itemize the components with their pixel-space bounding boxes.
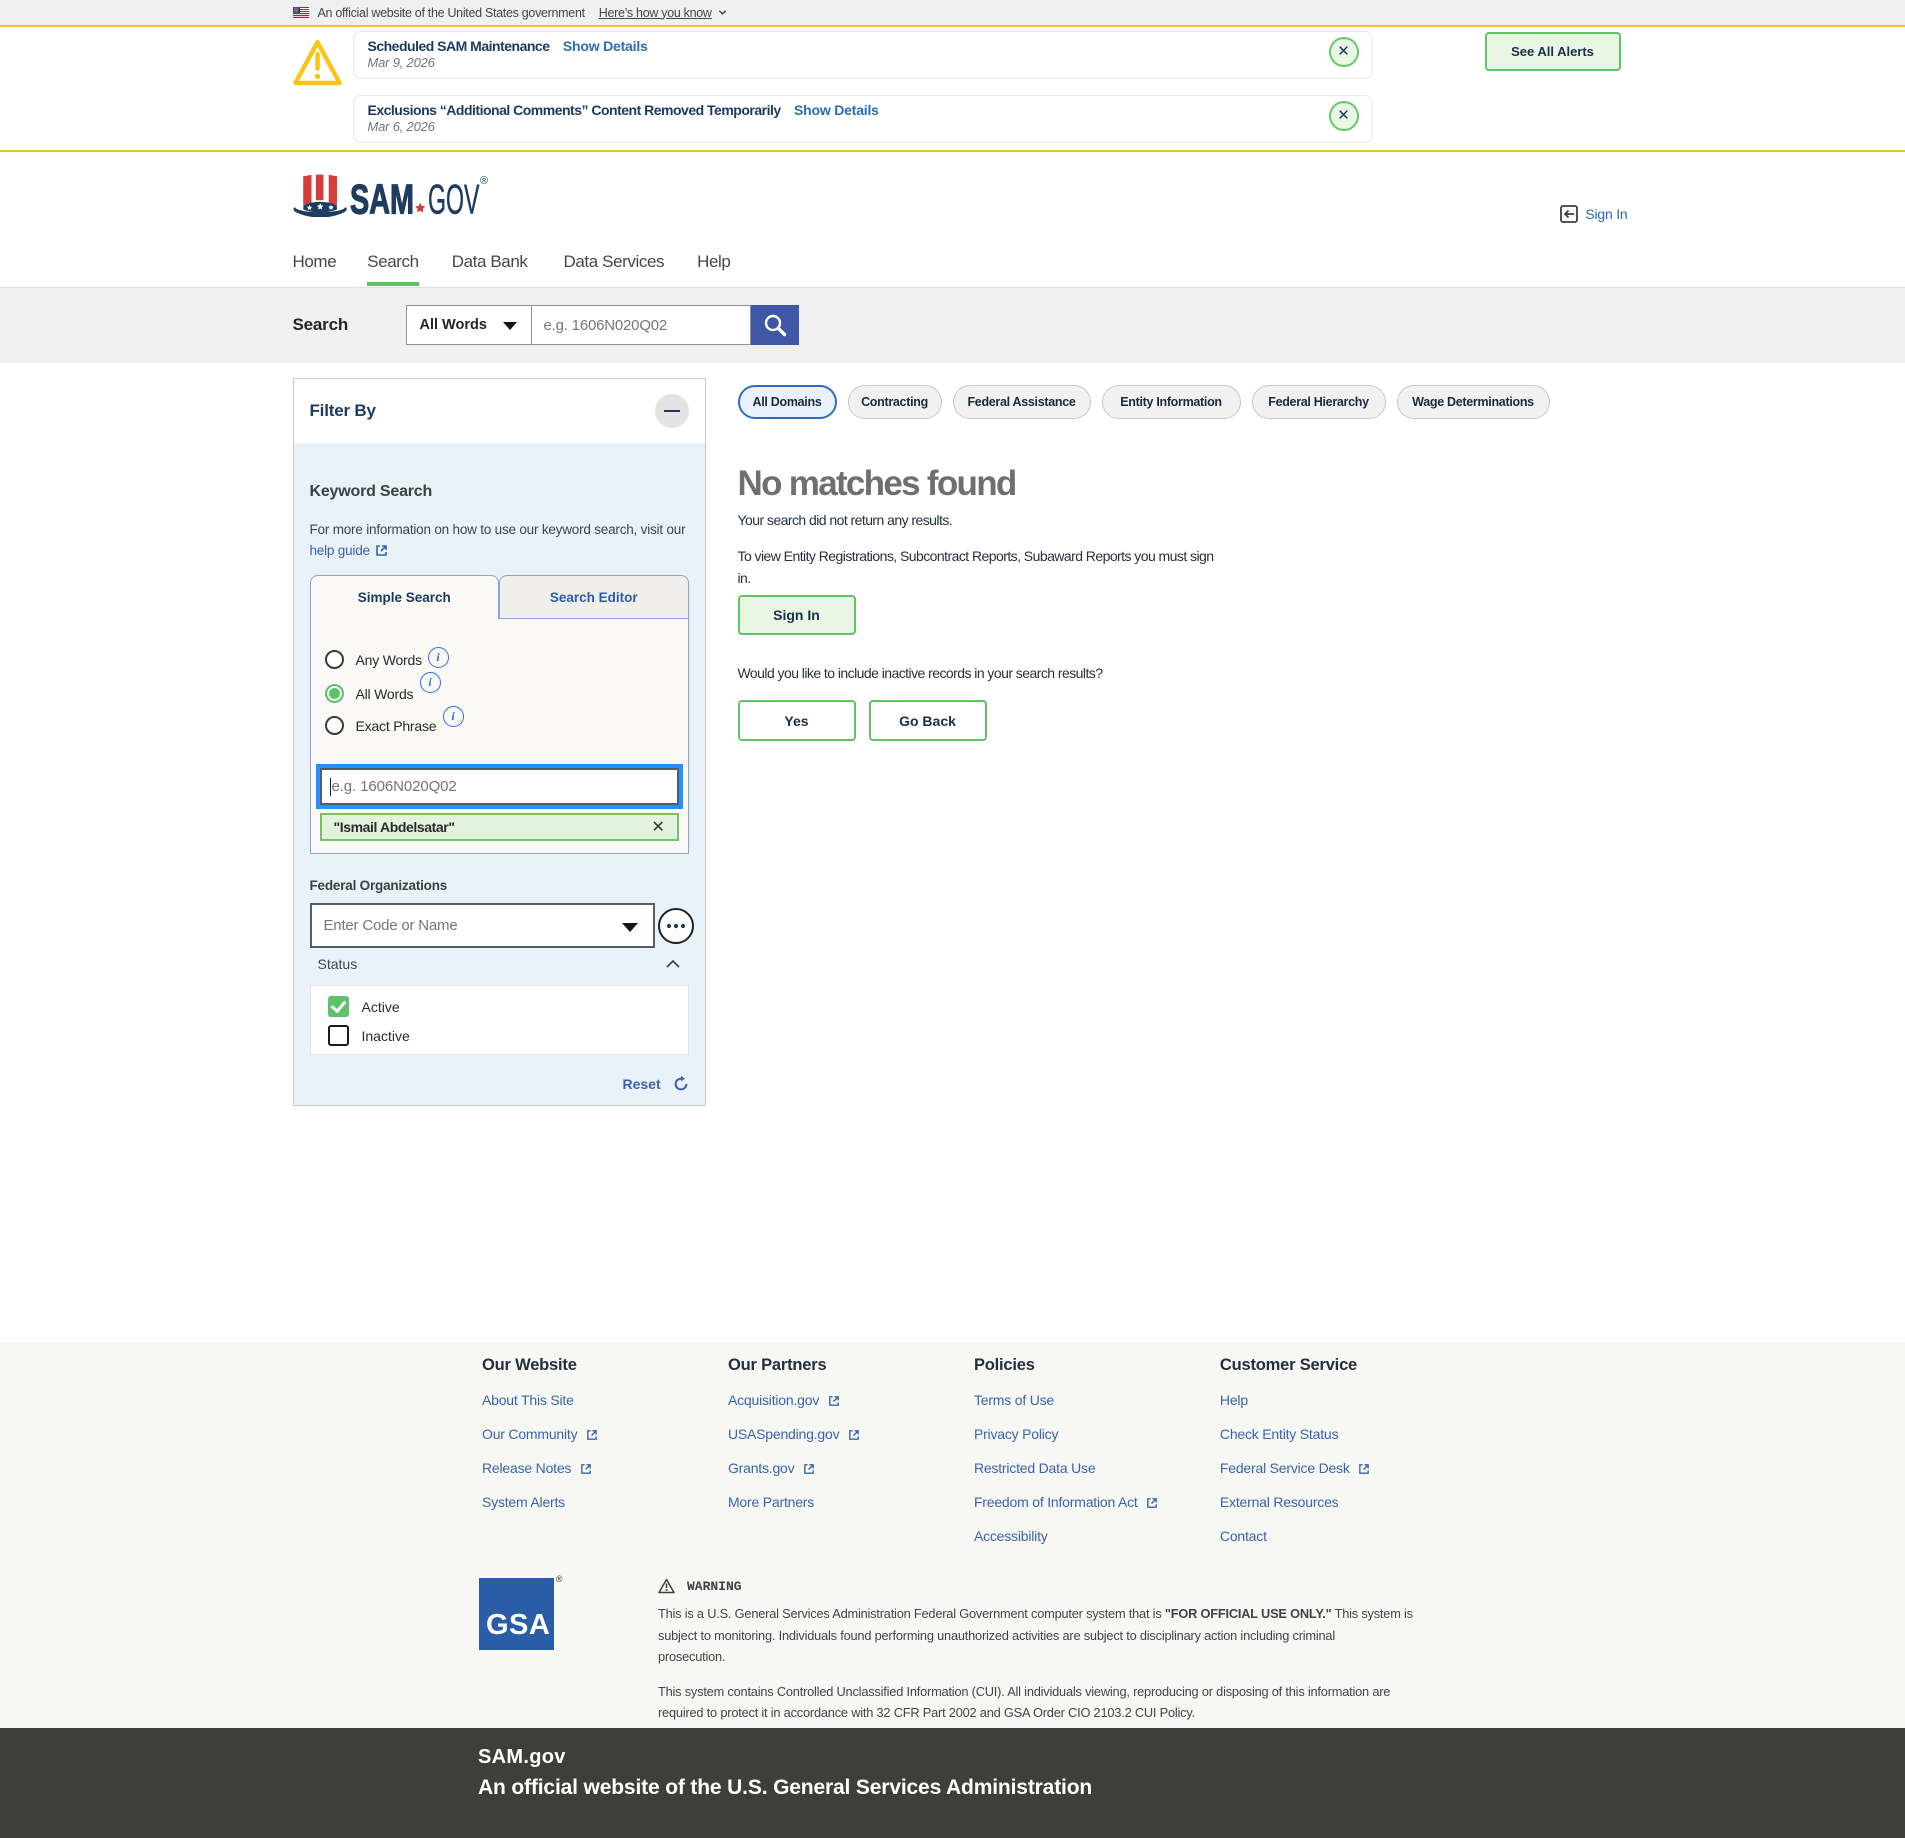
svg-text:®: ® <box>480 175 488 187</box>
svg-text:SAM: SAM <box>350 176 414 217</box>
svg-text:GOV: GOV <box>428 176 480 217</box>
